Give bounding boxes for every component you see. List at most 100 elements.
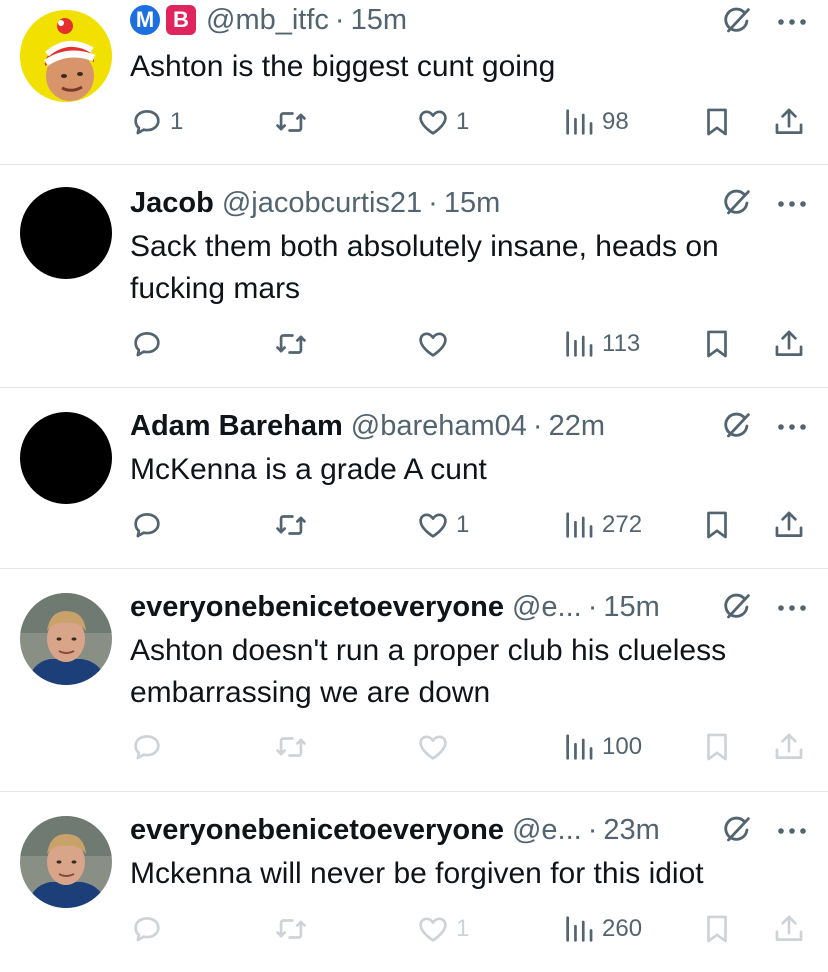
views-button[interactable]: 260 [562, 909, 642, 949]
handle[interactable]: @mb_itfc [206, 4, 329, 37]
tweet-text: Ashton doesn't run a proper club his clu… [130, 630, 726, 714]
bookmark-icon [700, 508, 734, 542]
tweet-4[interactable]: everyonebenicetoeveryone @e... · 15m Ash… [0, 569, 828, 792]
like-button[interactable] [416, 324, 450, 364]
views-icon [562, 508, 596, 542]
reply-icon [130, 912, 164, 946]
bookmark-button[interactable] [700, 727, 734, 767]
like-button[interactable] [416, 727, 450, 767]
like-button[interactable]: 1 [416, 909, 469, 949]
tweet-text-line: McKenna is a grade A cunt [130, 453, 487, 486]
tweet-1[interactable]: M B @mb_itfc · 15m Ashton is the biggest… [0, 0, 828, 165]
display-name[interactable]: everyonebenicetoeveryone [130, 814, 504, 847]
tweet-text: McKenna is a grade A cunt [130, 449, 487, 491]
timestamp[interactable]: 15m [444, 187, 500, 220]
reply-icon [130, 105, 164, 139]
share-button[interactable] [772, 909, 806, 949]
timestamp[interactable]: 15m [351, 4, 407, 37]
tweet-header: Adam Bareham @bareham04 · 22m [130, 406, 605, 446]
grok-icon[interactable] [720, 186, 754, 220]
retweet-button[interactable] [274, 324, 308, 364]
retweet-button[interactable] [274, 909, 308, 949]
heart-icon [416, 508, 450, 542]
display-name[interactable]: Jacob [130, 187, 214, 220]
grok-icon[interactable] [720, 813, 754, 847]
retweet-icon [274, 327, 308, 361]
tweet-3[interactable]: Adam Bareham @bareham04 · 22m McKenna is… [0, 388, 828, 569]
more-options-icon[interactable] [775, 198, 809, 210]
retweet-button[interactable] [274, 727, 308, 767]
tweet-header: everyonebenicetoeveryone @e... · 15m [130, 587, 660, 627]
reply-button[interactable] [130, 909, 164, 949]
reply-count: 1 [170, 108, 184, 135]
more-options-icon[interactable] [775, 421, 809, 433]
more-options-icon[interactable] [775, 825, 809, 837]
reply-button[interactable] [130, 505, 164, 545]
reply-button[interactable] [130, 324, 164, 364]
more-options-icon[interactable] [775, 16, 809, 28]
views-icon [562, 730, 596, 764]
view-count: 98 [602, 108, 629, 135]
bookmark-button[interactable] [700, 324, 734, 364]
like-button[interactable]: 1 [416, 505, 469, 545]
reply-icon [130, 327, 164, 361]
share-button[interactable] [772, 727, 806, 767]
cartoon-avatar-icon [20, 10, 112, 102]
reply-button[interactable]: 1 [130, 102, 183, 142]
view-count: 113 [602, 330, 641, 357]
bookmark-button[interactable] [700, 505, 734, 545]
grok-icon[interactable] [720, 4, 754, 38]
handle[interactable]: @e... [512, 591, 582, 624]
retweet-icon [274, 912, 308, 946]
like-button[interactable]: 1 [416, 102, 469, 142]
retweet-button[interactable] [274, 102, 308, 142]
action-bar: 1 1 98 [0, 102, 828, 142]
grok-icon[interactable] [720, 590, 754, 624]
retweet-button[interactable] [274, 505, 308, 545]
display-name[interactable]: everyonebenicetoeveryone [130, 591, 504, 624]
separator-dot: · [532, 409, 543, 442]
action-bar: 1 260 [0, 909, 828, 949]
heart-icon [416, 105, 450, 139]
avatar[interactable] [20, 10, 112, 102]
avatar[interactable] [20, 412, 112, 504]
badge-b: B [166, 5, 196, 35]
handle[interactable]: @e... [512, 814, 582, 847]
tweet-text: Ashton is the biggest cunt going [130, 46, 555, 88]
view-count: 100 [602, 733, 643, 760]
timestamp[interactable]: 22m [549, 410, 605, 443]
views-icon [562, 327, 596, 361]
timestamp[interactable]: 15m [603, 591, 659, 624]
reply-button[interactable] [130, 727, 164, 767]
bookmark-button[interactable] [700, 909, 734, 949]
handle[interactable]: @bareham04 [351, 410, 527, 443]
bookmark-button[interactable] [700, 102, 734, 142]
handle[interactable]: @jacobcurtis21 [222, 187, 422, 220]
avatar[interactable] [20, 187, 112, 279]
share-button[interactable] [772, 102, 806, 142]
bookmark-icon [700, 730, 734, 764]
tweet-2[interactable]: Jacob @jacobcurtis21 · 15m Sack them bot… [0, 165, 828, 388]
tweet-5[interactable]: everyonebenicetoeveryone @e... · 23m Mck… [0, 792, 828, 972]
like-count: 1 [456, 915, 470, 942]
bookmark-icon [700, 105, 734, 139]
display-name[interactable]: Adam Bareham [130, 410, 343, 443]
views-button[interactable]: 272 [562, 505, 642, 545]
views-button[interactable]: 98 [562, 102, 629, 142]
share-button[interactable] [772, 505, 806, 545]
views-button[interactable]: 100 [562, 727, 642, 767]
action-bar: 100 [0, 727, 828, 767]
timestamp[interactable]: 23m [603, 814, 659, 847]
grok-icon[interactable] [720, 409, 754, 443]
avatar[interactable] [20, 816, 112, 908]
avatar[interactable] [20, 593, 112, 685]
share-icon [772, 730, 806, 764]
like-count: 1 [456, 108, 470, 135]
tweet-header: everyonebenicetoeveryone @e... · 23m [130, 810, 660, 850]
share-button[interactable] [772, 324, 806, 364]
separator-dot: · [334, 3, 345, 36]
views-button[interactable]: 113 [562, 324, 640, 364]
tweet-text-line: Ashton doesn't run a proper club his clu… [130, 634, 727, 667]
more-options-icon[interactable] [775, 602, 809, 614]
heart-icon [416, 327, 450, 361]
